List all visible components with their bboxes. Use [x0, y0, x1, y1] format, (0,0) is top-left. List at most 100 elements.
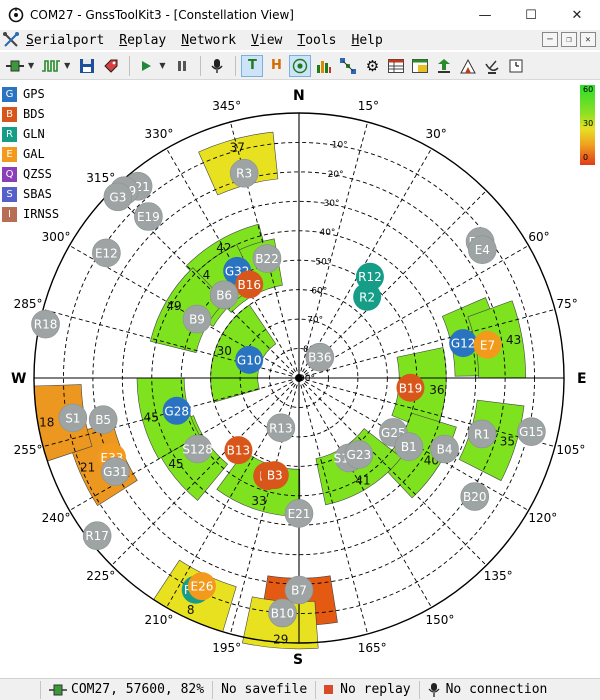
- window-title: COM27 - GnssToolKit3 - [Constellation Vi…: [30, 8, 294, 22]
- azimuth-label: 15°: [357, 98, 379, 113]
- satellite-marker: R17: [82, 521, 112, 551]
- azimuth-label: 240°: [41, 510, 71, 525]
- satellite-marker: E4: [468, 235, 497, 264]
- snr-value: 18: [39, 415, 54, 429]
- satellite-id: E12: [95, 246, 118, 260]
- snr-value: 8: [187, 603, 195, 617]
- satellite-id: R12: [358, 270, 382, 284]
- satellite-marker: B3: [260, 461, 289, 490]
- satellite-id: B16: [237, 278, 261, 292]
- close-button[interactable]: ✕: [554, 0, 600, 30]
- snr-value: 45: [168, 457, 183, 471]
- satellite-marker: B4: [430, 434, 459, 464]
- satellite-id: E26: [191, 580, 214, 594]
- bar-chart-icon[interactable]: [313, 55, 335, 77]
- snr-value: 35: [500, 435, 515, 449]
- satellite-id: R2: [359, 290, 375, 304]
- satellite-marker: G12: [449, 329, 478, 358]
- h-view-icon[interactable]: H: [265, 55, 287, 77]
- download-icon[interactable]: [433, 55, 455, 77]
- satellite-id: R1: [474, 427, 490, 441]
- pause-icon[interactable]: [171, 55, 193, 77]
- satellite-marker: G15: [517, 417, 546, 446]
- timer-icon[interactable]: [505, 55, 527, 77]
- app-icon: [8, 7, 24, 23]
- text-view-icon[interactable]: T: [241, 54, 264, 77]
- satellite-marker: E26: [187, 572, 216, 601]
- mdi-close-button[interactable]: ✕: [580, 32, 596, 47]
- menu-help[interactable]: Help: [352, 33, 383, 48]
- chevron-down-icon[interactable]: ▼: [64, 61, 70, 70]
- save-icon[interactable]: [76, 55, 98, 77]
- satellite-id: E19: [137, 210, 160, 224]
- status-grip: [0, 681, 40, 699]
- crossed-tools-icon[interactable]: [2, 31, 20, 49]
- waveform-icon[interactable]: [40, 55, 62, 77]
- satellite-id: B1: [401, 440, 417, 454]
- satellite-marker: B6: [209, 280, 239, 310]
- status-replay: No replay: [315, 680, 418, 699]
- chevron-down-icon[interactable]: ▼: [159, 61, 165, 70]
- connect-icon[interactable]: [4, 55, 26, 77]
- azimuth-label: 330°: [144, 126, 174, 141]
- compass-north: N: [293, 88, 305, 104]
- chevron-down-icon[interactable]: ▼: [28, 61, 34, 70]
- menu-bar: Serialport Replay Network View Tools Hel…: [0, 30, 600, 50]
- satellite-marker: B36: [305, 342, 335, 372]
- constellation-view-icon[interactable]: [289, 54, 312, 77]
- azimuth-label: 60°: [528, 229, 550, 244]
- azimuth-label: 75°: [556, 297, 578, 312]
- satellite-marker: R13: [266, 413, 296, 443]
- maximize-button[interactable]: ☐: [508, 0, 554, 30]
- elevation-label: 50°: [315, 257, 331, 267]
- satellite-marker: B22: [252, 244, 282, 273]
- satellite-marker: B7: [284, 575, 314, 605]
- satellite-id: G31: [103, 465, 128, 479]
- azimuth-label: 135°: [483, 568, 513, 583]
- menu-serialport[interactable]: Serialport: [26, 33, 104, 48]
- azimuth-label: 150°: [425, 613, 455, 628]
- mountain-icon[interactable]: [457, 55, 479, 77]
- satellite-dish-icon[interactable]: [481, 55, 503, 77]
- mdi-restore-button[interactable]: ❐: [561, 32, 577, 47]
- menu-tools[interactable]: Tools: [297, 33, 336, 48]
- tag-icon[interactable]: [100, 55, 122, 77]
- mdi-minimize-button[interactable]: ─: [542, 32, 558, 47]
- azimuth-label: 165°: [357, 641, 387, 656]
- mic-icon[interactable]: [206, 55, 228, 77]
- satellite-id: S128: [182, 442, 213, 456]
- snr-value: 49: [166, 299, 181, 313]
- play-icon[interactable]: [135, 55, 157, 77]
- satellite-marker: B5: [88, 405, 118, 434]
- satellite-id: G12: [451, 337, 476, 351]
- satellite-id: E21: [288, 507, 311, 521]
- satellite-id: B19: [399, 381, 423, 395]
- elevation-label: 10°: [332, 141, 348, 151]
- toolbar: ▼ ▼ ▼ T H ⚙: [0, 52, 600, 80]
- snr-value: 45: [143, 411, 158, 425]
- satellite-id: B6: [216, 288, 232, 302]
- satellite-id: B5: [95, 413, 111, 427]
- menu-network[interactable]: Network: [181, 33, 236, 48]
- satellite-marker: S1: [58, 403, 88, 433]
- settings-icon[interactable]: ⚙: [361, 55, 383, 77]
- menu-view[interactable]: View: [251, 33, 282, 48]
- table-icon[interactable]: [385, 55, 407, 77]
- satellite-marker: E21: [284, 499, 314, 528]
- snr-value: 41: [355, 473, 370, 487]
- azimuth-spoke: [298, 121, 369, 379]
- minimize-button[interactable]: —: [462, 0, 508, 30]
- satellite-marker: R3: [229, 158, 259, 188]
- table-green-icon[interactable]: [409, 55, 431, 77]
- satellite-id: B10: [271, 606, 295, 620]
- status-port-text: COM27, 57600, 82%: [71, 682, 205, 697]
- satellite-id: B3: [267, 469, 283, 483]
- satellite-marker: B19: [396, 373, 425, 402]
- snr-value: 21: [80, 461, 95, 475]
- satellite-marker: G23: [344, 440, 374, 469]
- azimuth-label: 315°: [86, 171, 116, 186]
- satellite-marker: B16: [235, 270, 264, 299]
- satellite-id: B22: [255, 252, 279, 266]
- satellite-icon[interactable]: [337, 55, 359, 77]
- menu-replay[interactable]: Replay: [119, 33, 166, 48]
